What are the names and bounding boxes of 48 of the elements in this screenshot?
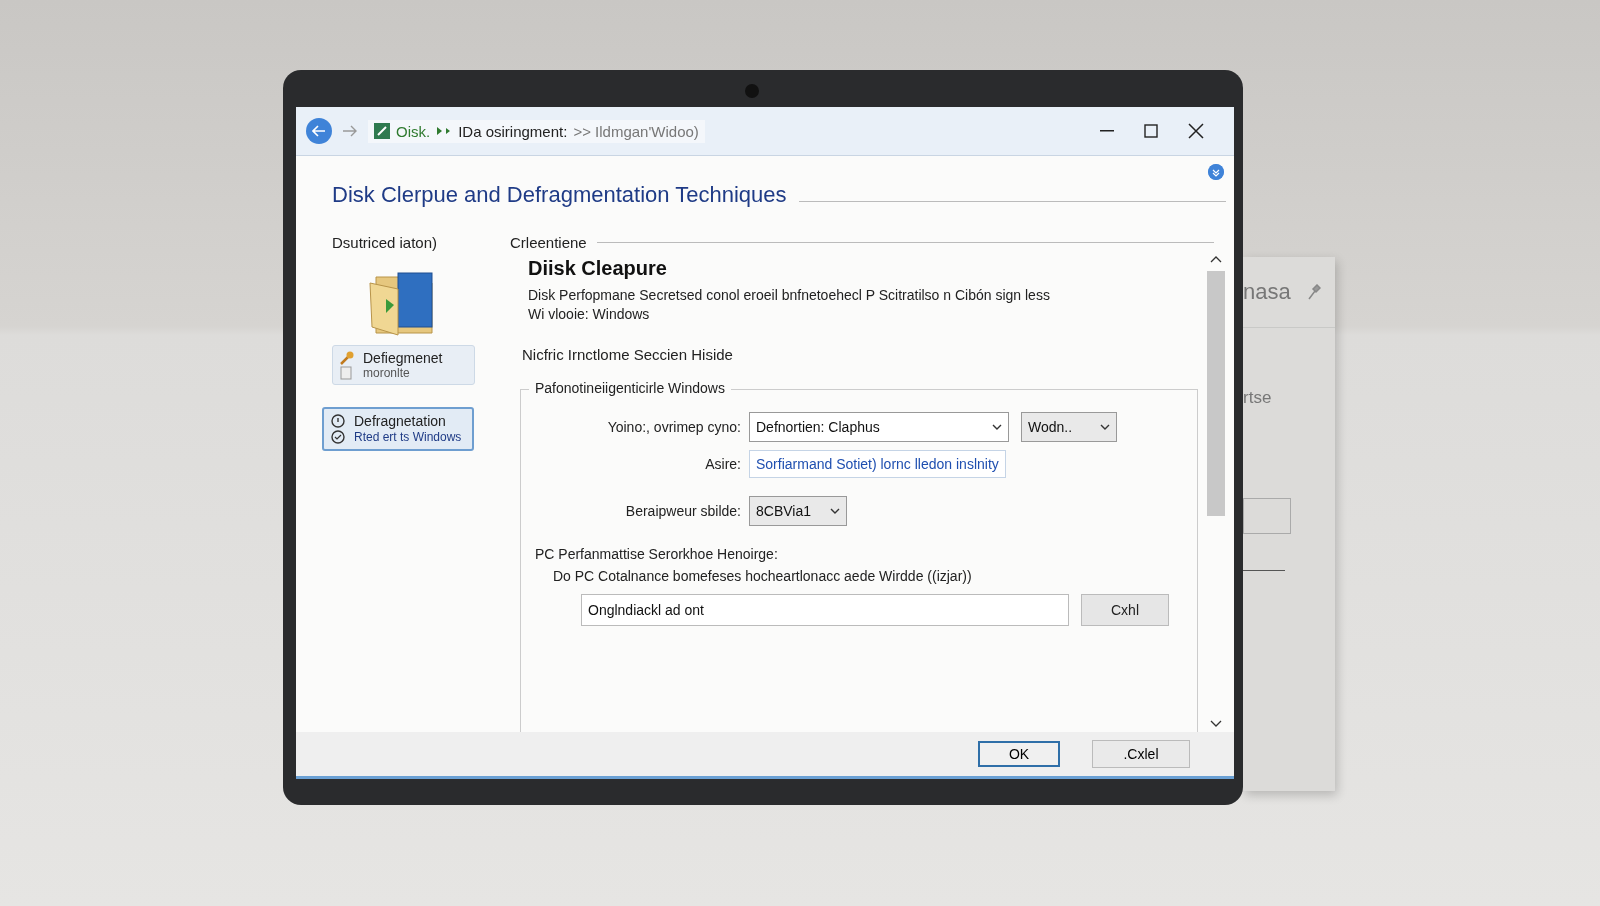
page-title: Disk Clerpue and Defragmentation Techniques <box>332 182 787 208</box>
input-field[interactable]: Onglndiackl ad ont <box>581 594 1069 626</box>
breadcrumb-item[interactable]: IDa osiringment: <box>458 122 568 140</box>
clock-icon <box>330 413 346 429</box>
scroll-up-icon[interactable] <box>1210 255 1222 263</box>
panel-field <box>1243 498 1291 534</box>
group-legend: Pafonotineiigenticirle Windows <box>529 380 731 396</box>
chevron-down-icon <box>1100 424 1110 430</box>
close-icon <box>1188 123 1204 139</box>
ok-button[interactable]: OK <box>978 741 1060 767</box>
sidebar-heading: Dsutriced iaton) <box>332 234 438 251</box>
field-label: Asire: <box>704 456 741 472</box>
camera-icon <box>745 84 759 98</box>
scroll-down-icon[interactable] <box>1210 720 1222 728</box>
note-text: Nicfric Irnctlome Seccien Hiside <box>522 346 734 363</box>
back-button[interactable] <box>306 118 332 144</box>
panel-text: rtse <box>1243 388 1273 408</box>
sidebar-item[interactable]: Defiegmenet moronlte <box>332 345 475 385</box>
breadcrumb-item[interactable]: >> Ildmgan'Widoo) <box>573 122 699 140</box>
maximize-icon <box>1144 124 1158 138</box>
description: Disk Perfopmane Secretsed conol eroeil bnfnetoehecl P Scitratilso n Cibón sign less Wi vlooie: Windows <box>528 286 1051 324</box>
dropdown[interactable]: 8CBVia1 <box>749 496 847 526</box>
app-icon <box>374 123 390 139</box>
check-circle-icon <box>330 429 346 445</box>
document-icon <box>339 366 353 380</box>
brush-icon <box>339 350 355 366</box>
field-label: Beraipweur sbilde: <box>624 503 741 519</box>
field-label: Yoino:, ovrimep cyno: <box>606 419 741 435</box>
minimize-icon <box>1100 130 1114 132</box>
caption-detail: Do PC Cotalnance bomefeses hocheartlonacc aede Wirdde ((izjar)) <box>553 568 973 584</box>
field-button[interactable]: Cxhl <box>1081 594 1169 626</box>
chevron-down-icon <box>992 424 1002 430</box>
back-arrow-icon <box>312 125 326 137</box>
caption: PC Perfanmattise Serorkhoe Henoirge: <box>535 546 779 562</box>
sidebar-item[interactable]: Defragnetation Rted ert ts Windows <box>322 407 474 451</box>
dropdown[interactable]: Defnortien: Claphus <box>749 412 1009 442</box>
section-heading: Diisk Cleapure <box>528 257 668 280</box>
pin-icon <box>1307 284 1321 300</box>
section-label: Crleentiene <box>510 234 587 251</box>
scrollbar-thumb[interactable] <box>1207 271 1225 516</box>
address-bar[interactable]: Oisk. IDa osiringment: >> Ildmgan'Widoo) <box>368 119 705 143</box>
cancel-button[interactable]: .Cxlel <box>1092 740 1190 768</box>
help-icon[interactable] <box>1208 164 1224 180</box>
panel-title: nasa <box>1243 279 1291 305</box>
breadcrumb-item[interactable]: Oisk. <box>396 122 431 140</box>
dropdown[interactable]: Wodn.. <box>1021 412 1117 442</box>
link[interactable]: Sorfiarmand Sotiet) lornc lledon inslnity <box>749 450 1006 478</box>
chevron-down-icon <box>830 508 840 514</box>
